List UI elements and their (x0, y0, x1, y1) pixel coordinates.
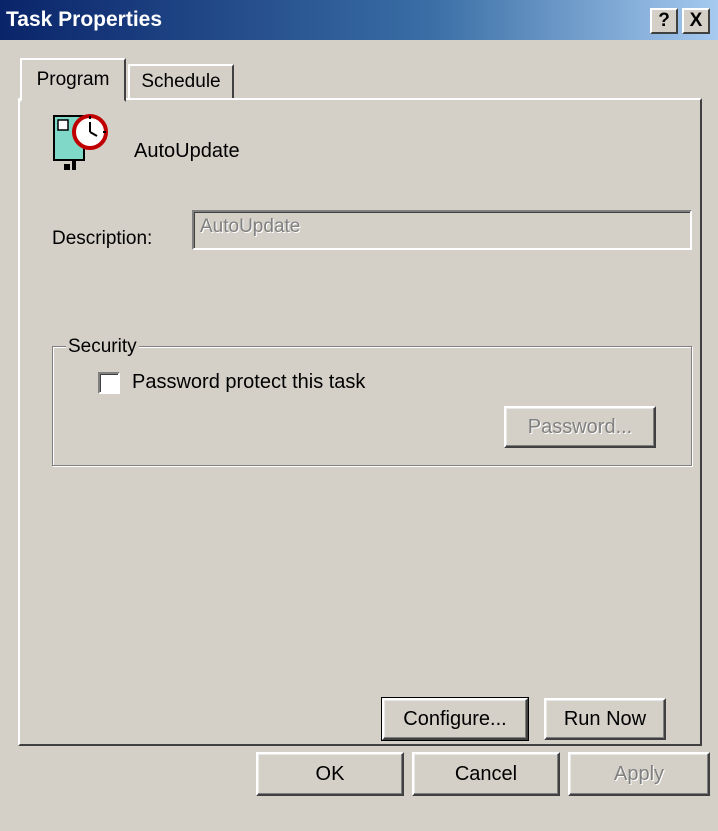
run-now-button-label: Run Now (563, 708, 647, 730)
password-button[interactable]: Password... (504, 406, 656, 448)
close-icon: X (689, 10, 703, 31)
close-button[interactable]: X (682, 8, 710, 34)
window-title: Task Properties (6, 8, 163, 31)
password-protect-checkbox[interactable] (98, 372, 120, 394)
task-name: AutoUpdate (134, 140, 240, 162)
title-bar[interactable]: Task Properties ? X (0, 0, 718, 40)
apply-button-label: Apply (613, 763, 665, 785)
description-value: AutoUpdate (200, 216, 301, 237)
password-button-label: Password... (527, 416, 633, 438)
security-group-label: Security (66, 336, 139, 358)
configure-button[interactable]: Configure... (381, 697, 529, 741)
tab-program[interactable]: Program (20, 58, 126, 102)
ok-button[interactable]: OK (256, 752, 404, 796)
run-now-button[interactable]: Run Now (544, 698, 666, 740)
ok-button-label: OK (315, 763, 345, 785)
tab-schedule-label: Schedule (141, 71, 221, 92)
cancel-button[interactable]: Cancel (412, 752, 560, 796)
tab-schedule[interactable]: Schedule (128, 64, 234, 100)
password-protect-label[interactable]: Password protect this task (132, 371, 365, 394)
scheduled-task-icon (52, 110, 112, 174)
configure-button-label: Configure... (403, 708, 507, 730)
help-icon: ? (658, 10, 670, 31)
description-label: Description: (52, 228, 153, 249)
tab-panel-program: AutoUpdate Description: AutoUpdate Secur… (18, 98, 702, 746)
help-button[interactable]: ? (650, 8, 678, 34)
tab-program-label: Program (36, 69, 110, 90)
cancel-button-label: Cancel (454, 763, 518, 785)
apply-button[interactable]: Apply (568, 752, 710, 796)
description-field[interactable]: AutoUpdate (192, 210, 692, 250)
